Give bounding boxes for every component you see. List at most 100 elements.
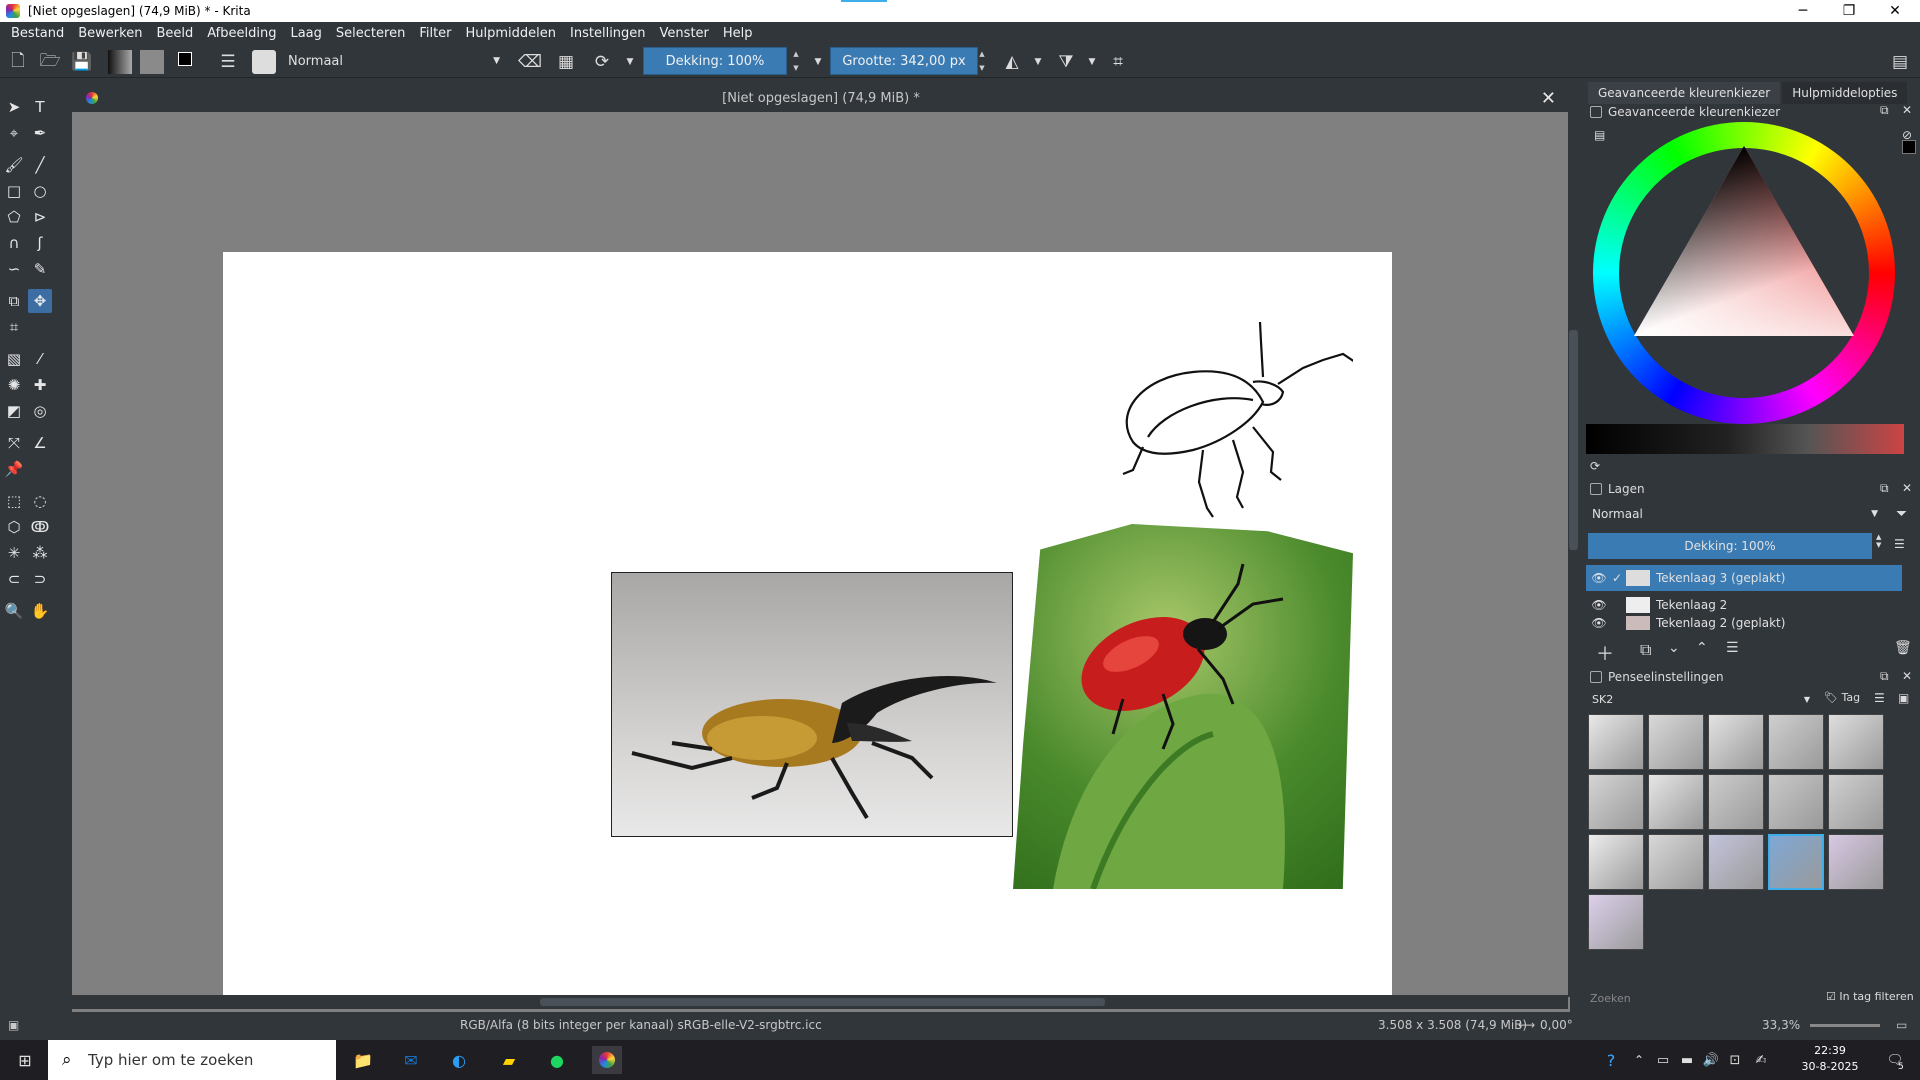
brush-preset-thumbnail[interactable] — [1648, 834, 1704, 890]
close-window-button[interactable]: ✕ — [1872, 0, 1918, 22]
clock[interactable]: 22:39 30-8-2025 — [1780, 1043, 1880, 1077]
brush-preset-thumbnail[interactable] — [1648, 774, 1704, 830]
spotify-icon[interactable]: ● — [542, 1046, 572, 1074]
canvas-page[interactable] — [223, 252, 1392, 997]
opacity-spinner[interactable]: ▲ ▼ — [790, 47, 802, 75]
size-slider[interactable]: Grootte: 342,00 px — [830, 47, 978, 75]
checkmark-icon[interactable]: ✓ — [1612, 571, 1626, 585]
measure-tool-icon[interactable]: ∠ — [28, 431, 52, 455]
eye-icon[interactable]: 👁 — [1586, 598, 1612, 612]
refresh-icon[interactable]: ⟳ — [1590, 459, 1600, 473]
mirror-horizontal-icon[interactable]: ◭ — [1000, 50, 1024, 74]
brush-settings-icon[interactable]: ☰ — [216, 50, 240, 74]
chevron-down-icon[interactable]: ▼ — [618, 50, 642, 74]
zoom-slider[interactable] — [1810, 1024, 1880, 1027]
filter-in-tag-checkbox[interactable]: ☑ In tag filteren — [1826, 990, 1914, 1003]
horizontal-scroll-thumb[interactable] — [540, 998, 1105, 1006]
help-icon[interactable]: ? — [1596, 1046, 1626, 1074]
pattern-preset-icon[interactable] — [140, 50, 164, 74]
float-icon[interactable]: ⧉ — [1880, 103, 1889, 118]
enclose-fill-tool-icon[interactable]: ◎ — [28, 399, 52, 423]
layer-row[interactable]: 👁 Tekenlaag 2 (geplakt) — [1586, 616, 1902, 630]
polygonal-selection-icon[interactable]: ⬡ — [2, 515, 26, 539]
rotate-icon[interactable]: ⟷ — [1518, 1018, 1535, 1032]
brush-preset-thumbnail[interactable] — [1708, 714, 1764, 770]
brush-preset-thumbnail[interactable] — [1768, 774, 1824, 830]
chevron-down-icon[interactable]: ▼ — [806, 50, 830, 74]
brush-tool-icon[interactable]: 🖌 — [2, 153, 26, 177]
chevron-down-icon[interactable]: ▼ — [1080, 50, 1104, 74]
similar-color-selection-icon[interactable]: ⁂ — [28, 541, 52, 565]
brush-preset-thumbnail[interactable] — [1828, 714, 1884, 770]
menu-laag[interactable]: Laag — [283, 26, 328, 41]
minimize-button[interactable]: ─ — [1780, 0, 1826, 22]
vertical-scroll-thumb[interactable] — [1569, 330, 1578, 550]
brush-preset-thumbnail[interactable] — [1828, 834, 1884, 890]
sticky-notes-icon[interactable]: ▰ — [494, 1046, 524, 1074]
fill-tool-icon[interactable]: ◩ — [2, 399, 26, 423]
blend-mode-select[interactable]: Normaal ▼ — [280, 50, 506, 72]
elliptical-selection-icon[interactable]: ◌ — [28, 489, 52, 513]
current-color-swatch[interactable] — [1902, 140, 1916, 154]
krita-taskbar-icon[interactable] — [592, 1046, 622, 1074]
brush-tag-select[interactable]: SK2 ▼ — [1588, 689, 1814, 709]
tab-tool-options[interactable]: Hulpmiddelopties — [1782, 82, 1908, 104]
ellipse-tool-icon[interactable]: ○ — [28, 179, 52, 203]
size-spinner[interactable]: ▲ ▼ — [976, 47, 988, 75]
lock-icon[interactable] — [1590, 671, 1602, 683]
brush-preset-thumbnail[interactable] — [1708, 834, 1764, 890]
brush-preset-thumbnail[interactable] — [1588, 834, 1644, 890]
brush-preset-icon[interactable] — [252, 50, 276, 74]
vertical-scrollbar[interactable] — [1568, 112, 1580, 997]
zoom-tool-icon[interactable]: 🔍 — [2, 599, 26, 623]
text-tool-icon[interactable]: T — [28, 95, 52, 119]
document-tab[interactable]: [Niet opgeslagen] (74,9 MiB) * ✕ — [72, 84, 1570, 112]
tab-color-selector[interactable]: Geavanceerde kleurenkiezer — [1588, 82, 1781, 104]
list-view-icon[interactable]: ☰ — [1874, 691, 1885, 705]
smart-patch-tool-icon[interactable]: ✚ — [28, 373, 52, 397]
edit-shapes-tool-icon[interactable]: ⌖ — [2, 121, 26, 145]
menu-afbeelding[interactable]: Afbeelding — [200, 26, 283, 41]
panel-options-icon[interactable]: ▣ — [1898, 691, 1909, 705]
layer-opacity-spinner[interactable]: ▲ ▼ — [1876, 533, 1881, 549]
rectangular-selection-icon[interactable]: ⬚ — [2, 489, 26, 513]
color-strip[interactable] — [1586, 424, 1904, 454]
gradient-tool-icon[interactable]: ▧ — [2, 347, 26, 371]
layer-row[interactable]: 👁 ✓ Tekenlaag 3 (geplakt) — [1586, 565, 1902, 591]
menu-selecteren[interactable]: Selecteren — [329, 26, 412, 41]
workspace-icon[interactable]: ▤ — [1888, 50, 1912, 74]
menu-hulpmiddelen[interactable]: Hulpmiddelen — [459, 26, 564, 41]
brush-preset-thumbnail[interactable] — [1588, 774, 1644, 830]
foreground-background-color-icon[interactable] — [176, 50, 200, 74]
menu-instellingen[interactable]: Instellingen — [563, 26, 653, 41]
mirror-vertical-icon[interactable]: ⧩ — [1054, 50, 1078, 74]
gradient-preset-icon[interactable] — [108, 50, 132, 74]
brush-preset-thumbnail[interactable] — [1768, 834, 1824, 890]
open-folder-icon[interactable]: 🗁 — [38, 50, 62, 74]
layer-properties-icon[interactable]: ☰ — [1726, 640, 1739, 656]
close-panel-icon[interactable]: ✕ — [1902, 669, 1912, 683]
polygon-tool-icon[interactable]: ⬠ — [2, 205, 26, 229]
line-tool-icon[interactable]: ╱ — [28, 153, 52, 177]
float-icon[interactable]: ⧉ — [1880, 481, 1889, 496]
maximize-button[interactable]: ❐ — [1826, 0, 1872, 22]
brush-preset-thumbnail[interactable] — [1588, 894, 1644, 950]
colorize-mask-tool-icon[interactable]: ✺ — [2, 373, 26, 397]
menu-venster[interactable]: Venster — [653, 26, 716, 41]
preserve-alpha-icon[interactable]: ▦ — [554, 50, 578, 74]
brush-preset-thumbnail[interactable] — [1708, 774, 1764, 830]
windows-start-icon[interactable]: ⊞ — [10, 1046, 40, 1074]
move-layer-down-icon[interactable]: ⌄ — [1668, 640, 1680, 656]
edge-icon[interactable]: ◐ — [444, 1046, 474, 1074]
assistant-tool-icon[interactable]: ⤧ — [2, 431, 26, 455]
notification-center-icon[interactable]: 🗨 — [1880, 1046, 1910, 1074]
polyline-tool-icon[interactable]: ⊳ — [28, 205, 52, 229]
lock-icon[interactable] — [1590, 483, 1602, 495]
brush-preset-thumbnail[interactable] — [1768, 714, 1824, 770]
close-panel-icon[interactable]: ✕ — [1902, 103, 1912, 117]
chevron-down-icon[interactable]: ▼ — [1026, 50, 1050, 74]
color-picker-tool-icon[interactable]: ⁄ — [28, 347, 52, 371]
eraser-icon[interactable]: ⌫ — [518, 50, 542, 74]
menu-filter[interactable]: Filter — [412, 26, 458, 41]
reference-images-tool-icon[interactable]: 📌 — [2, 457, 26, 481]
